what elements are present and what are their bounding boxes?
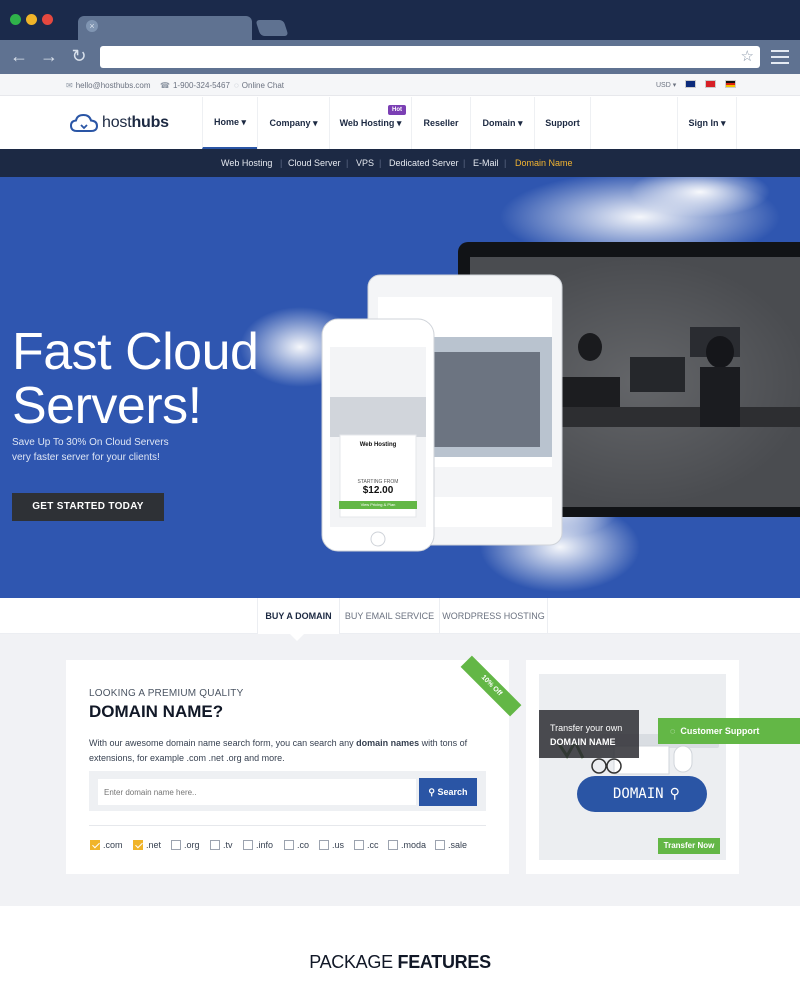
subnav-separator: | xyxy=(379,158,382,168)
tld-us[interactable]: .us xyxy=(319,839,344,851)
subnav-email[interactable]: E-Mail xyxy=(473,158,499,168)
subnav-separator: | xyxy=(504,158,507,168)
nav-sign-in[interactable]: Sign In ▾ xyxy=(677,97,737,149)
promo-line-1: Transfer your own xyxy=(550,723,623,733)
window-control-green[interactable] xyxy=(10,14,21,25)
tld-co[interactable]: .co xyxy=(284,839,309,851)
checkbox[interactable] xyxy=(171,840,181,850)
hot-badge: Hot xyxy=(388,105,406,115)
tld-info[interactable]: .info xyxy=(243,839,273,851)
checkbox[interactable] xyxy=(354,840,364,850)
address-bar[interactable]: ☆ xyxy=(100,46,760,68)
hero-banner: Fast Cloud Servers! Save Up To 30% On Clo… xyxy=(0,177,800,598)
chat-icon: ◌ xyxy=(670,726,676,736)
window-control-yellow[interactable] xyxy=(26,14,37,25)
subnav-separator: | xyxy=(346,158,349,168)
flag-turkey-icon[interactable] xyxy=(705,80,716,88)
domain-title: DOMAIN NAME? xyxy=(89,702,224,721)
reload-icon[interactable]: ↻ xyxy=(69,45,89,67)
tld-cc[interactable]: .cc xyxy=(354,839,379,851)
subnav-dedicated-server[interactable]: Dedicated Server xyxy=(389,158,459,168)
logo-text: hosthubs xyxy=(102,114,169,131)
domain-description: With our awesome domain name search form… xyxy=(89,738,468,763)
domain-bubble: DOMAIN ⚲ xyxy=(577,776,707,812)
window-control-red[interactable] xyxy=(42,14,53,25)
tld-tv[interactable]: .tv xyxy=(210,839,233,851)
search-icon: ⚲ xyxy=(428,786,436,797)
promo-caption-panel xyxy=(539,710,639,758)
phone-card-price: $12.00 xyxy=(362,485,394,496)
tld-org[interactable]: .org xyxy=(171,839,200,851)
subnav-domain-name[interactable]: Domain Name xyxy=(515,158,573,168)
customer-support-tab[interactable]: ◌ Customer Support xyxy=(658,718,800,744)
nav-reseller[interactable]: Reseller xyxy=(411,97,470,149)
tld-sale[interactable]: .sale xyxy=(435,839,467,851)
active-tab-pointer xyxy=(289,633,305,641)
phone-contact[interactable]: ☎ 1-900-324-5467 xyxy=(160,81,230,90)
tld-net[interactable]: .net xyxy=(133,839,161,851)
desk-illustration xyxy=(539,674,726,860)
divider xyxy=(89,825,486,826)
package-features-title: PACKAGE FEATURES xyxy=(309,952,491,972)
phone-card-button: View Pricing & Plan xyxy=(360,502,396,507)
new-tab-button[interactable] xyxy=(255,20,289,36)
domain-search-input[interactable] xyxy=(98,779,416,805)
checkbox[interactable] xyxy=(133,840,143,850)
subnav-separator: | xyxy=(280,158,283,168)
hero-title: Fast Cloud Servers! xyxy=(12,323,259,435)
currency-select[interactable]: USD ▾ xyxy=(656,81,676,89)
online-chat-link[interactable]: ◌ Online Chat xyxy=(234,81,284,90)
close-icon[interactable]: × xyxy=(86,20,98,32)
logo[interactable]: hosthubs xyxy=(70,113,169,133)
flag-australia-icon[interactable] xyxy=(685,80,696,88)
cloud-logo-icon xyxy=(70,113,98,132)
nav-home[interactable]: Home ▾ xyxy=(202,97,257,149)
checkbox[interactable] xyxy=(388,840,398,850)
hero-subtitle: Save Up To 30% On Cloud Servers very fast… xyxy=(12,437,169,463)
phone-card-title: Web Hosting xyxy=(359,442,397,448)
checkbox[interactable] xyxy=(243,840,253,850)
tld-com[interactable]: .com xyxy=(90,839,123,851)
subnav-web-hosting[interactable]: Web Hosting xyxy=(221,158,272,168)
subnav-vps[interactable]: VPS xyxy=(356,158,374,168)
hamburger-menu-icon[interactable] xyxy=(771,46,789,66)
search-button[interactable]: ⚲ Search xyxy=(419,778,477,806)
chat-icon: ◌ xyxy=(234,81,239,90)
promo-image xyxy=(539,674,726,860)
tab-buy-email-service[interactable]: BUY EMAIL SERVICE xyxy=(339,598,439,634)
nav-domain[interactable]: Domain ▾ xyxy=(470,97,534,149)
checkbox[interactable] xyxy=(319,840,329,850)
tab-wordpress-hosting[interactable]: WORDPRESS HOSTING xyxy=(439,598,548,634)
domain-eyebrow: LOOKING A PREMIUM QUALITY xyxy=(89,688,244,699)
checkbox[interactable] xyxy=(284,840,294,850)
tab-buy-domain[interactable]: BUY A DOMAIN xyxy=(257,598,339,634)
checkbox[interactable] xyxy=(435,840,445,850)
flag-germany-icon[interactable] xyxy=(725,80,736,88)
nav-company[interactable]: Company ▾ xyxy=(257,97,329,149)
checkbox[interactable] xyxy=(90,840,100,850)
browser-tab[interactable] xyxy=(78,16,252,40)
checkbox[interactable] xyxy=(210,840,220,850)
get-started-button[interactable]: GET STARTED TODAY xyxy=(12,493,164,521)
subnav-separator: | xyxy=(463,158,466,168)
phone-icon: ☎ xyxy=(160,81,170,90)
bookmark-star-icon[interactable]: ☆ xyxy=(741,47,754,65)
subnav-cloud-server[interactable]: Cloud Server xyxy=(288,158,341,168)
magnifier-icon: ⚲ xyxy=(669,786,680,802)
tld-moda[interactable]: .moda xyxy=(388,839,426,851)
forward-arrow-icon[interactable]: → xyxy=(39,45,59,67)
mail-icon: ✉ xyxy=(66,81,73,90)
email-contact[interactable]: ✉ hello@hosthubs.com xyxy=(66,81,151,90)
top-info-bar: ✉ hello@hosthubs.com ☎ 1-900-324-5467 ◌ Onl… xyxy=(0,74,800,96)
nav-support[interactable]: Support xyxy=(534,97,591,149)
back-arrow-icon[interactable]: ← xyxy=(9,45,29,67)
promo-line-2: DOMAIN NAME xyxy=(550,737,616,747)
transfer-now-button[interactable]: Transfer Now xyxy=(658,838,720,854)
